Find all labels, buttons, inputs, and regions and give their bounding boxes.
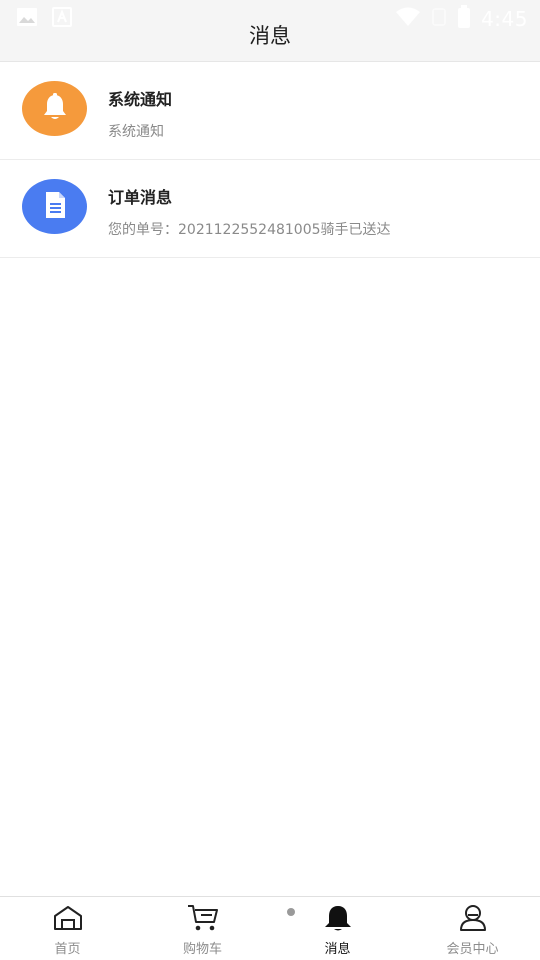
bell-icon: [42, 92, 68, 125]
bottom-tab-bar: 首页 购物车 消息 会员中心: [0, 896, 540, 960]
battery-icon: [457, 5, 471, 33]
cart-icon: [187, 904, 219, 936]
sim-icon: [431, 7, 447, 31]
tab-messages[interactable]: 消息: [270, 897, 405, 960]
tab-cart[interactable]: 购物车: [135, 897, 270, 960]
message-title: 系统通知: [108, 90, 173, 109]
message-subtitle: 您的单号：2021122552481005骑手已送达: [108, 222, 391, 238]
message-avatar: [22, 81, 87, 136]
tab-member-center[interactable]: 会员中心: [405, 897, 540, 960]
message-list: 系统通知 系统通知 订单消息 您的单号：2021122552481005骑手已送…: [0, 62, 540, 258]
message-title: 订单消息: [108, 188, 173, 207]
wifi-icon: [395, 7, 421, 31]
status-time: 4:45: [481, 7, 528, 31]
user-icon: [458, 904, 488, 936]
tab-label: 消息: [324, 942, 351, 957]
tab-label: 购物车: [182, 942, 222, 957]
message-item-system[interactable]: 系统通知 系统通知: [0, 62, 540, 160]
a-icon: [52, 7, 72, 31]
tab-label: 会员中心: [446, 942, 499, 957]
message-subtitle: 系统通知: [108, 124, 164, 140]
unread-dot: [287, 908, 295, 916]
home-icon: [53, 905, 83, 935]
status-bar: 4:45: [0, 0, 540, 36]
message-avatar: [22, 179, 87, 234]
document-icon: [43, 191, 67, 223]
message-item-order[interactable]: 订单消息 您的单号：2021122552481005骑手已送达: [0, 160, 540, 258]
bell-icon: [323, 904, 353, 936]
image-icon: [16, 7, 38, 31]
tab-label: 首页: [54, 942, 81, 957]
tab-home[interactable]: 首页: [0, 897, 135, 960]
